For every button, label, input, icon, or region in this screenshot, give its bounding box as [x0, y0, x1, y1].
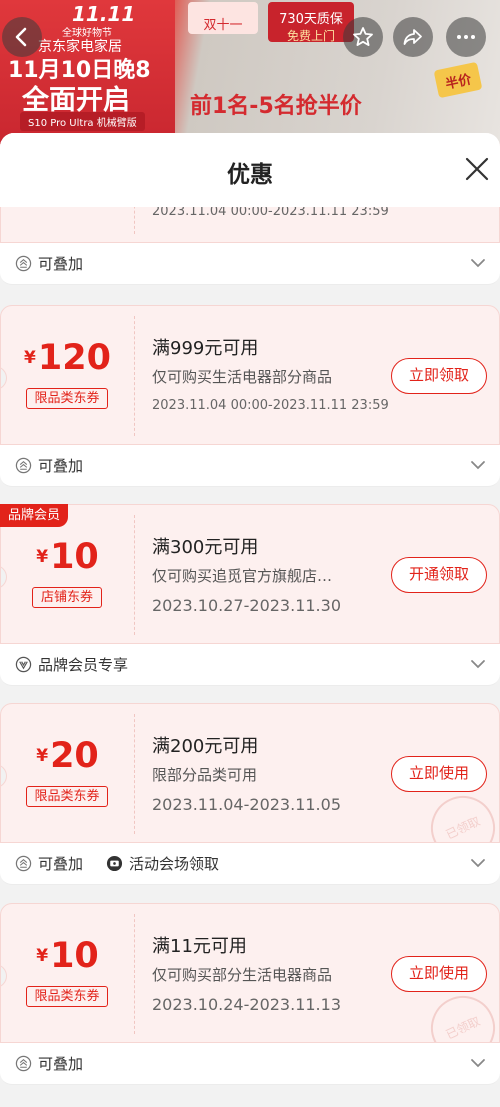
- coupon-footer[interactable]: 可叠加 活动会场领取: [0, 843, 500, 885]
- coupon-body: ¥10 店铺东券 满300元可用 仅可购买追觅官方旗舰店… 2023.10.27…: [0, 504, 500, 644]
- divider: [134, 714, 135, 834]
- half-price-badge: 半价: [433, 61, 483, 99]
- star-icon: [353, 27, 373, 46]
- ticket-icon: [106, 855, 123, 872]
- feature-stackable: 可叠加: [15, 455, 83, 476]
- favorite-button[interactable]: [343, 17, 383, 57]
- claimed-stamp: 已领取: [420, 785, 499, 842]
- currency-symbol: ¥: [24, 348, 36, 368]
- coupon-type-tag: 限品类东券: [26, 388, 108, 409]
- chevron-down-icon[interactable]: [470, 1057, 486, 1069]
- divider: [134, 515, 135, 635]
- amount-value: 10: [50, 936, 99, 976]
- service-text: 免费上门: [286, 29, 335, 43]
- coupon-amount: ¥20: [1, 736, 134, 776]
- coupon-footer[interactable]: 可叠加: [0, 445, 500, 487]
- half-price-slogan: 前1名-5名抢半价: [190, 94, 362, 119]
- feature-venue-claim: 活动会场领取: [106, 853, 219, 874]
- coupon-scope: 仅可购买部分生活电器商品: [152, 966, 333, 984]
- double-eleven-tag: 双十一: [188, 2, 258, 34]
- coupon-date: 2023.10.24-2023.11.13: [152, 995, 341, 1014]
- coupon-sheet: 优惠 2023.11.04 00:00-2023.11.11 23:59 可叠加…: [0, 133, 500, 1107]
- coupon-threshold: 满11元可用: [152, 936, 247, 957]
- stack-icon: [15, 255, 32, 272]
- feature-label: 可叠加: [38, 457, 84, 475]
- feature-label: 品牌会员专享: [38, 656, 129, 674]
- coupon-body: ¥20 限品类东券 满200元可用 限部分品类可用 2023.11.04-202…: [0, 703, 500, 843]
- coupon-footer[interactable]: 品牌会员专享: [0, 644, 500, 686]
- chevron-left-icon: [15, 27, 27, 47]
- coupon-footer[interactable]: 可叠加: [0, 1043, 500, 1085]
- warranty-text: 730天质保: [279, 12, 343, 27]
- divider: [134, 316, 135, 436]
- sheet-title: 优惠: [227, 162, 273, 188]
- currency-symbol: ¥: [36, 547, 49, 567]
- currency-symbol: ¥: [36, 946, 49, 966]
- stack-icon: [15, 855, 32, 872]
- model-label: S10 Pro Ultra 机械臂版: [20, 112, 145, 131]
- feature-stackable: 可叠加: [15, 253, 83, 274]
- join-claim-button[interactable]: 开通领取: [391, 557, 487, 593]
- coupon-type-tag: 限品类东券: [26, 986, 108, 1007]
- feature-label: 可叠加: [38, 1055, 84, 1073]
- coupon-scope: 仅可购买生活电器部分商品: [152, 368, 333, 386]
- back-button[interactable]: [2, 17, 42, 57]
- share-arrow-icon: [403, 29, 422, 45]
- coupon-footer[interactable]: 可叠加: [0, 243, 500, 285]
- stack-icon: [15, 457, 32, 474]
- coupon-date: 2023.10.27-2023.11.30: [152, 596, 341, 615]
- use-now-button[interactable]: 立即使用: [391, 756, 487, 792]
- feature-label: 可叠加: [38, 255, 84, 273]
- feature-stackable: 可叠加: [15, 853, 83, 874]
- coupon-date: 2023.11.04 00:00-2023.11.11 23:59: [152, 398, 389, 413]
- chevron-down-icon[interactable]: [470, 658, 486, 670]
- use-now-button[interactable]: 立即使用: [391, 956, 487, 992]
- coupon-body: ¥120 限品类东券 满999元可用 仅可购买生活电器部分商品 2023.11.…: [0, 305, 500, 445]
- share-button[interactable]: [393, 17, 433, 57]
- coupon-threshold: 满300元可用: [152, 537, 259, 558]
- stack-icon: [15, 1055, 32, 1072]
- coupon-scope: 限部分品类可用: [152, 766, 258, 784]
- coupon-threshold: 满200元可用: [152, 736, 259, 757]
- claimed-stamp: 已领取: [420, 985, 499, 1042]
- more-icon: [457, 35, 475, 39]
- member-icon: [15, 656, 32, 673]
- feature-label: 可叠加: [38, 855, 84, 873]
- feature-member-exclusive: 品牌会员专享: [15, 654, 128, 675]
- feature-label: 活动会场领取: [129, 855, 220, 873]
- event-logo: 11.11: [72, 2, 136, 26]
- coupon-type-tag: 店铺东券: [32, 587, 102, 608]
- feature-stackable: 可叠加: [15, 1053, 83, 1074]
- chevron-down-icon[interactable]: [470, 257, 486, 269]
- coupon-body: ¥10 限品类东券 满11元可用 仅可购买部分生活电器商品 2023.10.24…: [0, 903, 500, 1043]
- amount-value: 10: [50, 537, 99, 577]
- coupon-threshold: 满999元可用: [152, 338, 259, 359]
- brand-member-badge: 品牌会员: [0, 504, 69, 527]
- close-icon[interactable]: [461, 153, 493, 185]
- chevron-down-icon[interactable]: [470, 459, 486, 471]
- claim-button[interactable]: 立即领取: [391, 358, 487, 394]
- coupon-date: 2023.11.04-2023.11.05: [152, 795, 341, 814]
- more-button[interactable]: [446, 17, 486, 57]
- warranty-tag: 730天质保 免费上门: [268, 2, 354, 43]
- coupon-type-tag: 限品类东券: [26, 786, 108, 807]
- coupon-amount: ¥10: [1, 537, 134, 577]
- divider: [134, 914, 135, 1034]
- amount-value: 120: [37, 338, 111, 378]
- coupon-scope: 仅可购买追觅官方旗舰店…: [152, 567, 333, 585]
- coupon-amount: ¥120: [1, 338, 134, 378]
- amount-value: 20: [50, 736, 99, 776]
- currency-symbol: ¥: [36, 746, 49, 766]
- sheet-header: 优惠: [0, 133, 500, 207]
- chevron-down-icon[interactable]: [470, 857, 486, 869]
- coupon-amount: ¥10: [1, 936, 134, 976]
